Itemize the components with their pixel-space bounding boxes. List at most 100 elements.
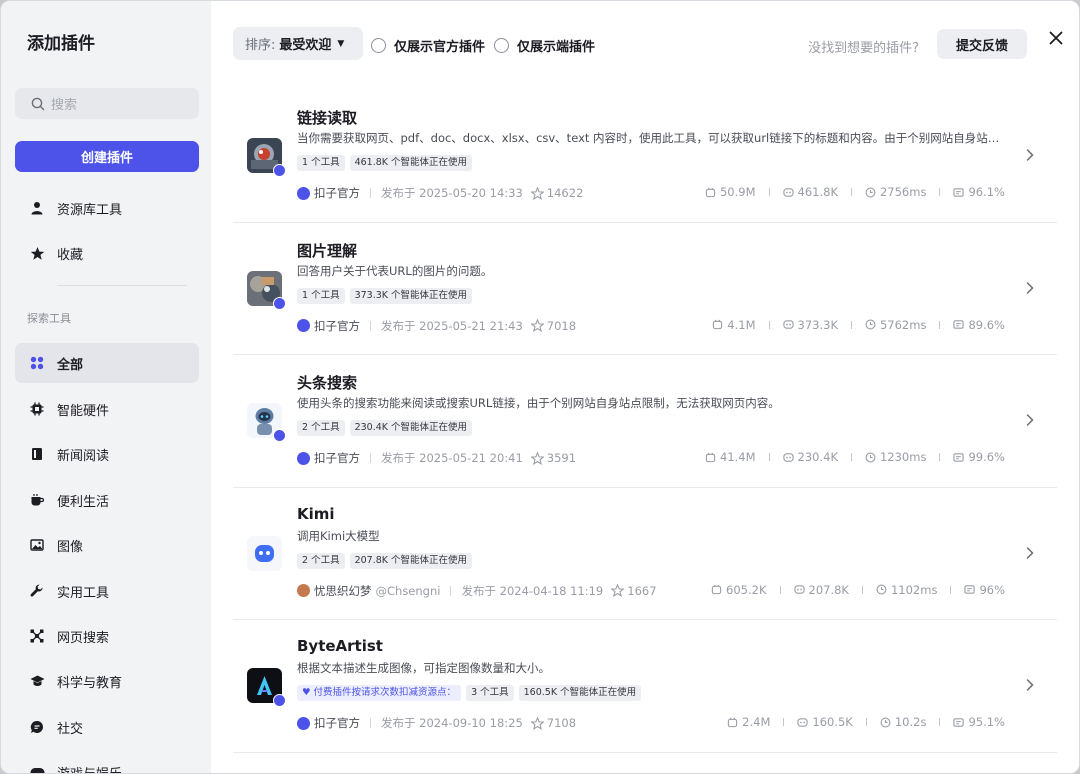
- sidebar-item-favorites[interactable]: 收藏: [15, 233, 199, 273]
- plugin-logo: [247, 535, 282, 571]
- star-icon: [530, 319, 544, 332]
- chevron-right-icon[interactable]: [1025, 546, 1035, 560]
- category-image[interactable]: 图像: [15, 525, 199, 565]
- call-count: 4.1M: [727, 317, 756, 332]
- bot-icon: [782, 187, 794, 197]
- chevron-right-icon[interactable]: [1025, 281, 1035, 295]
- latency: 2756ms: [879, 185, 927, 199]
- client-only-radio[interactable]: 仅展示端插件: [494, 36, 595, 55]
- calls-icon: [713, 319, 723, 330]
- publish-date: 发布于 2025-05-21 21:43: [381, 318, 523, 333]
- plugin-description: 调用Kimi大模型: [297, 528, 380, 543]
- category-utility-tools[interactable]: 实用工具: [15, 571, 199, 611]
- plugin-card[interactable]: Kimi 调用Kimi大模型 2 个工具 207.8K 个智能体正在使用 忧思织…: [233, 488, 1057, 620]
- search-input[interactable]: 搜索: [15, 88, 199, 119]
- category-all[interactable]: 全部: [15, 343, 199, 383]
- official-badge-icon: [273, 296, 286, 310]
- network-icon: [29, 628, 45, 644]
- call-count: 2.4M: [742, 715, 771, 729]
- plugin-stats: 4.1M 373.3K 5762ms 89.6%: [712, 318, 1005, 332]
- search-placeholder: 搜索: [51, 98, 78, 113]
- sort-label: 排序:: [245, 38, 276, 53]
- official-badge-icon: [273, 694, 286, 707]
- plugin-tags: 1 个工具 373.3K 个智能体正在使用: [297, 287, 473, 304]
- category-smart-hardware[interactable]: 智能硬件: [15, 389, 199, 429]
- success-rate-icon: [953, 452, 965, 462]
- category-web-search[interactable]: 网页搜索: [15, 616, 199, 656]
- plugin-meta: 扣子官方 发布于 2025-05-21 21:43 7018: [297, 318, 576, 334]
- category-label: 科学与教育: [57, 675, 123, 691]
- category-games-entertainment[interactable]: 游戏与娱乐: [15, 752, 199, 773]
- calls-icon: [727, 717, 738, 727]
- call-count: 41.4M: [719, 450, 756, 464]
- wrench-icon: [29, 583, 45, 599]
- category-label: 实用工具: [57, 585, 110, 601]
- tool-count-tag: 1 个工具: [297, 287, 345, 304]
- plugin-card[interactable]: 链接读取 当你需要获取网页、pdf、doc、docx、xlsx、csv、text…: [233, 90, 1057, 223]
- calls-icon: [705, 452, 716, 462]
- plugin-description: 当你需要获取网页、pdf、doc、docx、xlsx、csv、text 内容时，…: [297, 131, 1005, 145]
- sidebar-divider: [57, 285, 187, 286]
- plugin-title: ByteArtist: [297, 637, 383, 655]
- official-only-radio[interactable]: 仅展示官方插件: [371, 36, 485, 55]
- latency: 10.2s: [894, 715, 927, 729]
- publish-date: 发布于 2025-05-20 14:33: [381, 186, 523, 200]
- plugin-card[interactable]: 图片理解 回答用户关于代表URL的图片的问题。 1 个工具 373.3K 个智能…: [233, 223, 1057, 355]
- plugin-title: 头条搜索: [297, 374, 358, 392]
- clock-icon: [865, 452, 876, 462]
- plugin-card[interactable]: 头条搜索 使用头条的搜索功能来阅读或搜索URL链接，由于个别网站自身站点限制，无…: [233, 355, 1057, 488]
- bot-count: 207.8K: [808, 582, 849, 597]
- category-convenient-life[interactable]: 便利生活: [15, 480, 199, 520]
- sidebar: 添加插件 搜索 创建插件 资源库工具 收藏 探索工具 全部 智能硬件 新闻阅读: [1, 1, 211, 773]
- chevron-right-icon[interactable]: [1025, 148, 1035, 162]
- author-avatar: [297, 451, 310, 465]
- plugin-stats: 50.9M 461.8K 2756ms 96.1%: [705, 185, 1005, 199]
- category-social[interactable]: 社交: [15, 707, 199, 747]
- divider: [370, 320, 371, 331]
- bot-count: 373.3K: [797, 317, 838, 332]
- radio-circle[interactable]: [494, 38, 509, 53]
- success-rate: 96%: [979, 582, 1005, 597]
- plugin-tags: 2 个工具 207.8K 个智能体正在使用: [297, 552, 473, 569]
- author-avatar: [297, 716, 310, 730]
- bot-icon: [782, 320, 794, 329]
- plugin-card[interactable]: ByteArtist 根据文本描述生成图像，可指定图像数量和大小。 ♥ 付费插件…: [233, 620, 1057, 753]
- plugin-title: 图片理解: [297, 241, 358, 260]
- gamepad-icon: [29, 764, 45, 773]
- cup-icon: [29, 492, 45, 508]
- publish-date: 发布于 2024-04-18 11:19: [461, 583, 604, 598]
- plugin-meta: 忧思织幻梦 @Chsengni 发布于 2024-04-18 11:19 166…: [297, 583, 657, 599]
- author-name: 扣子官方: [314, 716, 360, 730]
- divider: [370, 453, 371, 463]
- success-rate: 95.1%: [968, 715, 1005, 729]
- success-rate-icon: [953, 187, 965, 197]
- favorite-count: 1667: [627, 583, 657, 598]
- favorite-count: 3591: [546, 451, 577, 465]
- plugin-meta: 扣子官方 发布于 2024-09-10 18:25 7108: [297, 715, 576, 731]
- main-panel: 排序: 最受欢迎 ▼ 仅展示官方插件 仅展示端插件 没找到想要的插件? 提交反馈…: [211, 1, 1079, 773]
- category-science-education[interactable]: 科学与教育: [15, 661, 199, 701]
- create-plugin-button[interactable]: 创建插件: [15, 141, 199, 172]
- tool-count-tag: 2 个工具: [297, 552, 345, 569]
- submit-feedback-button[interactable]: 提交反馈: [937, 29, 1027, 59]
- chevron-right-icon[interactable]: [1025, 413, 1035, 427]
- clock-icon: [880, 717, 891, 727]
- client-only-label: 仅展示端插件: [517, 40, 596, 55]
- official-badge-icon: [273, 429, 286, 442]
- category-news-reading[interactable]: 新闻阅读: [15, 434, 199, 474]
- sort-value: 最受欢迎: [279, 38, 332, 53]
- sidebar-item-library-tools[interactable]: 资源库工具: [15, 188, 199, 228]
- category-label: 新闻阅读: [57, 448, 110, 464]
- plugin-meta: 扣子官方 发布于 2025-05-20 14:33 14622: [297, 185, 583, 201]
- usage-tag: 230.4K 个智能体正在使用: [349, 420, 473, 436]
- chevron-right-icon[interactable]: [1025, 678, 1035, 692]
- radio-circle[interactable]: [371, 38, 386, 53]
- latency: 5762ms: [879, 317, 927, 332]
- category-label: 便利生活: [57, 494, 110, 510]
- sort-dropdown[interactable]: 排序: 最受欢迎 ▼: [233, 27, 363, 60]
- official-badge-icon: [273, 164, 286, 177]
- close-icon[interactable]: [1047, 29, 1065, 47]
- author-name: 扣子官方: [314, 451, 360, 465]
- person-icon: [29, 200, 45, 216]
- not-found-hint: 没找到想要的插件?: [808, 41, 919, 56]
